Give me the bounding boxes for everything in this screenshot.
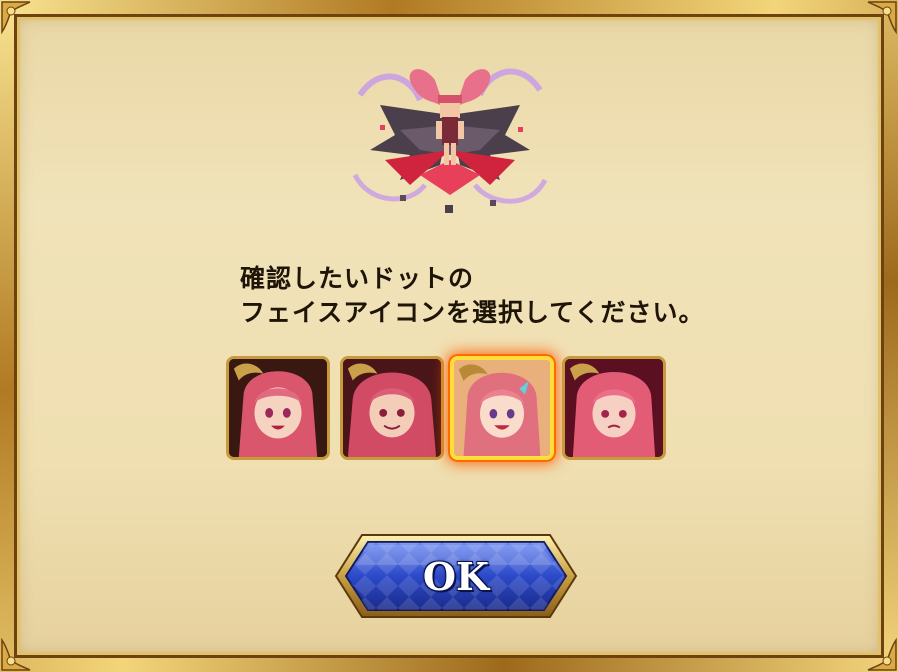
corner-ornament-icon xyxy=(0,0,34,35)
face-icon-1[interactable] xyxy=(226,356,330,460)
ok-button[interactable]: OK xyxy=(332,531,580,621)
face-icon-list xyxy=(226,356,676,466)
corner-ornament-icon xyxy=(864,637,898,672)
face-icon-2[interactable] xyxy=(340,356,444,460)
corner-ornament-icon xyxy=(0,637,34,672)
prompt-line-2: フェイスアイコンを選択してください。 xyxy=(240,298,705,327)
prompt-line-1: 確認したいドットの xyxy=(240,264,475,293)
dot-sprite-preview xyxy=(340,55,560,225)
face-icon-3[interactable] xyxy=(450,356,554,460)
ok-button-label: OK xyxy=(422,553,490,599)
selection-prompt: 確認したいドットの フェイスアイコンを選択してください。 xyxy=(240,262,800,330)
face-icon-4[interactable] xyxy=(562,356,666,460)
corner-ornament-icon xyxy=(864,0,898,35)
